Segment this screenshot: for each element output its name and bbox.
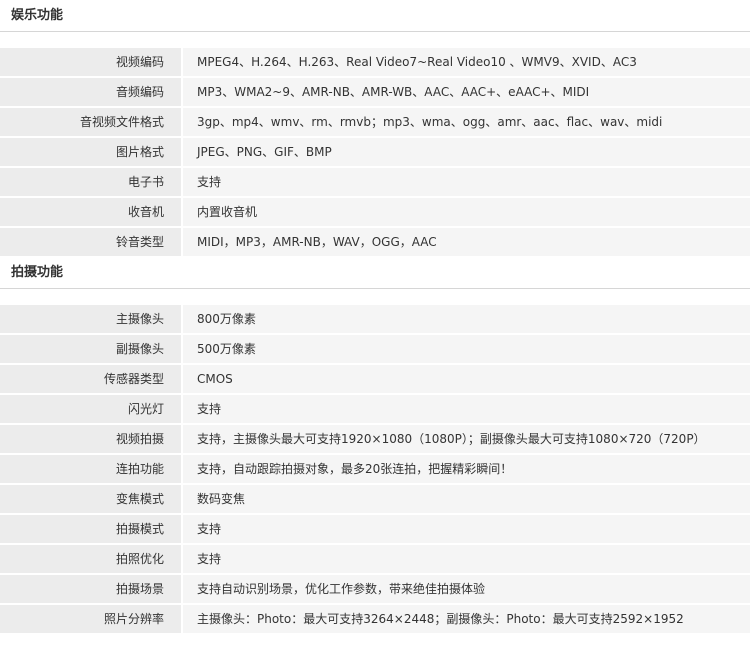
spec-label: 主摄像头	[0, 305, 181, 333]
spec-label: 拍照优化	[0, 545, 181, 573]
spec-label: 音频编码	[0, 78, 181, 106]
spec-row: 闪光灯 支持	[0, 395, 750, 423]
spec-row: 拍照优化 支持	[0, 545, 750, 573]
spec-label: 副摄像头	[0, 335, 181, 363]
spec-row: 视频编码 MPEG4、H.264、H.263、Real Video7~Real V…	[0, 48, 750, 76]
spec-row: 主摄像头 800万像素	[0, 305, 750, 333]
spec-value: 支持	[183, 515, 750, 543]
spec-label: 拍摄模式	[0, 515, 181, 543]
spec-row: 连拍功能 支持，自动跟踪拍摄对象，最多20张连拍，把握精彩瞬间！	[0, 455, 750, 483]
spec-label: 图片格式	[0, 138, 181, 166]
camera-section: 拍摄功能 主摄像头 800万像素 副摄像头 500万像素 传感器类型 CMOS 闪光灯…	[0, 258, 750, 633]
spec-row: 音视频文件格式 3gp、mp4、wmv、rm、rmvb；mp3、wma、ogg、a…	[0, 108, 750, 136]
spec-value: 3gp、mp4、wmv、rm、rmvb；mp3、wma、ogg、amr、aac、…	[183, 108, 750, 136]
spec-label: 照片分辨率	[0, 605, 181, 633]
spec-row: 副摄像头 500万像素	[0, 335, 750, 363]
spec-table: 视频编码 MPEG4、H.264、H.263、Real Video7~Real V…	[0, 48, 750, 256]
spec-label: 传感器类型	[0, 365, 181, 393]
spec-label: 变焦模式	[0, 485, 181, 513]
spec-value: 500万像素	[183, 335, 750, 363]
section-title: 娱乐功能	[0, 1, 750, 32]
spec-label: 视频拍摄	[0, 425, 181, 453]
section-title: 拍摄功能	[0, 258, 750, 289]
spec-table: 主摄像头 800万像素 副摄像头 500万像素 传感器类型 CMOS 闪光灯 支持 视频…	[0, 305, 750, 633]
spec-value: 支持，自动跟踪拍摄对象，最多20张连拍，把握精彩瞬间！	[183, 455, 750, 483]
spec-row: 照片分辨率 主摄像头：Photo：最大可支持3264×2448；副摄像头：Phot…	[0, 605, 750, 633]
spec-value: 支持	[183, 395, 750, 423]
spec-label: 电子书	[0, 168, 181, 196]
spec-row: 变焦模式 数码变焦	[0, 485, 750, 513]
spec-value: 支持	[183, 168, 750, 196]
spec-value: 支持，主摄像头最大可支持1920×1080（1080P）；副摄像头最大可支持10…	[183, 425, 750, 453]
spec-row: 图片格式 JPEG、PNG、GIF、BMP	[0, 138, 750, 166]
spec-value: 内置收音机	[183, 198, 750, 226]
spec-row: 电子书 支持	[0, 168, 750, 196]
spec-label: 拍摄场景	[0, 575, 181, 603]
spec-value: 支持	[183, 545, 750, 573]
spec-row: 音频编码 MP3、WMA2~9、AMR-NB、AMR-WB、AAC、AAC+、eA…	[0, 78, 750, 106]
spec-value: CMOS	[183, 365, 750, 393]
spec-value: MPEG4、H.264、H.263、Real Video7~Real Video…	[183, 48, 750, 76]
entertainment-section: 娱乐功能 视频编码 MPEG4、H.264、H.263、Real Video7~R…	[0, 1, 750, 256]
spec-row: 传感器类型 CMOS	[0, 365, 750, 393]
spec-value: JPEG、PNG、GIF、BMP	[183, 138, 750, 166]
spec-row: 铃音类型 MIDI，MP3，AMR-NB，WAV，OGG，AAC	[0, 228, 750, 256]
spec-label: 视频编码	[0, 48, 181, 76]
spec-value: 数码变焦	[183, 485, 750, 513]
spec-value: 主摄像头：Photo：最大可支持3264×2448；副摄像头：Photo：最大可…	[183, 605, 750, 633]
spec-label: 闪光灯	[0, 395, 181, 423]
spec-row: 拍摄场景 支持自动识别场景，优化工作参数，带来绝佳拍摄体验	[0, 575, 750, 603]
spec-label: 音视频文件格式	[0, 108, 181, 136]
spec-label: 连拍功能	[0, 455, 181, 483]
spec-value: MIDI，MP3，AMR-NB，WAV，OGG，AAC	[183, 228, 750, 256]
spec-value: 800万像素	[183, 305, 750, 333]
spec-label: 收音机	[0, 198, 181, 226]
spec-label: 铃音类型	[0, 228, 181, 256]
spec-value: MP3、WMA2~9、AMR-NB、AMR-WB、AAC、AAC+、eAAC+、…	[183, 78, 750, 106]
spec-value: 支持自动识别场景，优化工作参数，带来绝佳拍摄体验	[183, 575, 750, 603]
spec-row: 视频拍摄 支持，主摄像头最大可支持1920×1080（1080P）；副摄像头最大可…	[0, 425, 750, 453]
spec-row: 收音机 内置收音机	[0, 198, 750, 226]
spec-row: 拍摄模式 支持	[0, 515, 750, 543]
